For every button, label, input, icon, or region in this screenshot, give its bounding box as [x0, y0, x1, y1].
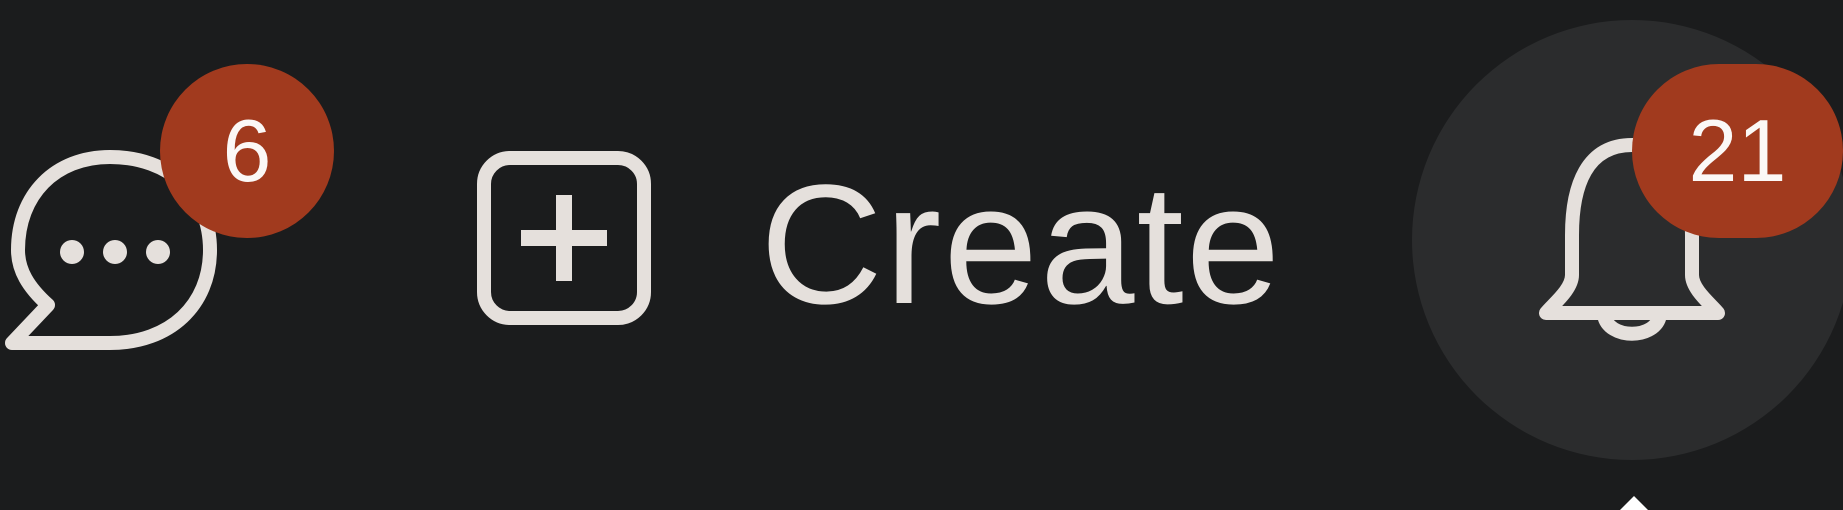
tooltip-pointer: [1620, 496, 1648, 510]
chat-unread-badge: 6: [160, 64, 334, 238]
top-header-bar: 6 Create 21: [0, 0, 1843, 510]
create-button[interactable]: Create: [470, 140, 1280, 340]
create-label: Create: [760, 150, 1283, 340]
notifications-badge: 21: [1632, 64, 1843, 238]
plus-square-icon: [477, 151, 651, 325]
